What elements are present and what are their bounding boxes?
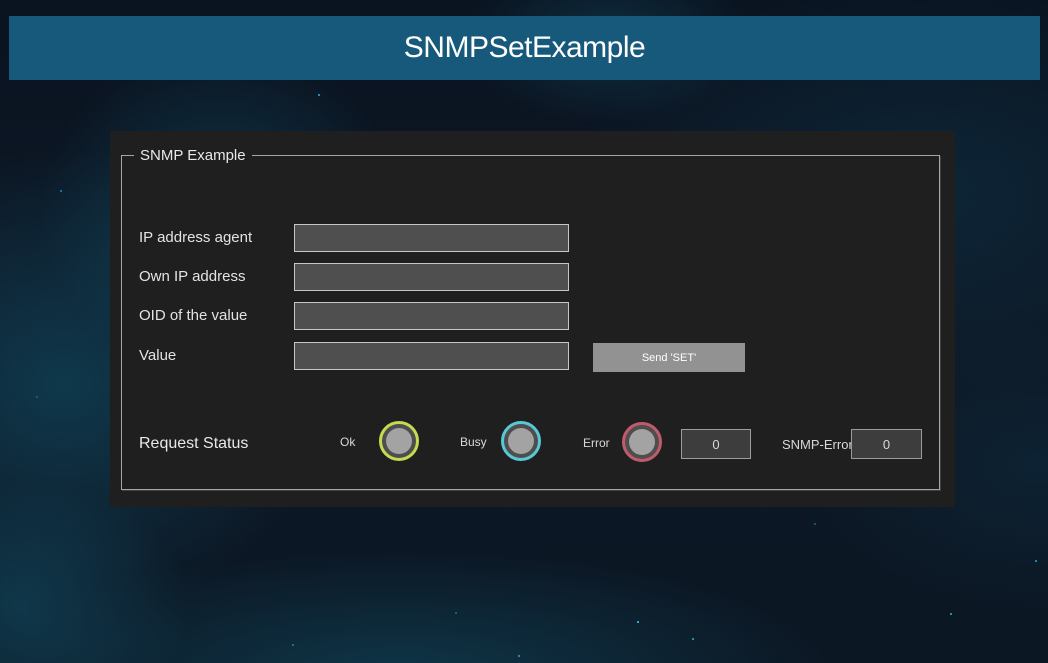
label-own-ip-address: Own IP address (139, 263, 245, 291)
label-ip-address-agent: IP address agent (139, 224, 252, 252)
main-panel: SNMP Example IP address agent Own IP add… (110, 131, 955, 507)
background-stars (0, 0, 2, 2)
request-status-label: Request Status (139, 435, 248, 453)
error-count-field: 0 (681, 429, 751, 459)
value-input[interactable] (294, 342, 569, 370)
busy-led-label: Busy (460, 435, 487, 449)
groupbox-legend: SNMP Example (134, 146, 252, 165)
error-led-label: Error (583, 436, 610, 450)
send-set-button[interactable]: Send 'SET' (593, 343, 745, 372)
error-status-led (622, 422, 662, 462)
snmp-example-groupbox: SNMP Example IP address agent Own IP add… (121, 155, 940, 490)
own-ip-address-input[interactable] (294, 263, 569, 291)
ok-led-core (386, 428, 412, 454)
title-bar: SNMPSetExample (9, 16, 1040, 80)
error-led-core (629, 429, 655, 455)
label-oid-of-the-value: OID of the value (139, 302, 247, 330)
ok-led-label: Ok (340, 435, 355, 449)
busy-status-led (501, 421, 541, 461)
snmp-error-field: 0 (851, 429, 922, 459)
busy-led-core (508, 428, 534, 454)
window-title: SNMPSetExample (404, 31, 645, 65)
label-value: Value (139, 342, 176, 370)
snmp-error-label: SNMP-Error (782, 437, 853, 452)
oid-of-the-value-input[interactable] (294, 302, 569, 330)
ok-status-led (379, 421, 419, 461)
ip-address-agent-input[interactable] (294, 224, 569, 252)
